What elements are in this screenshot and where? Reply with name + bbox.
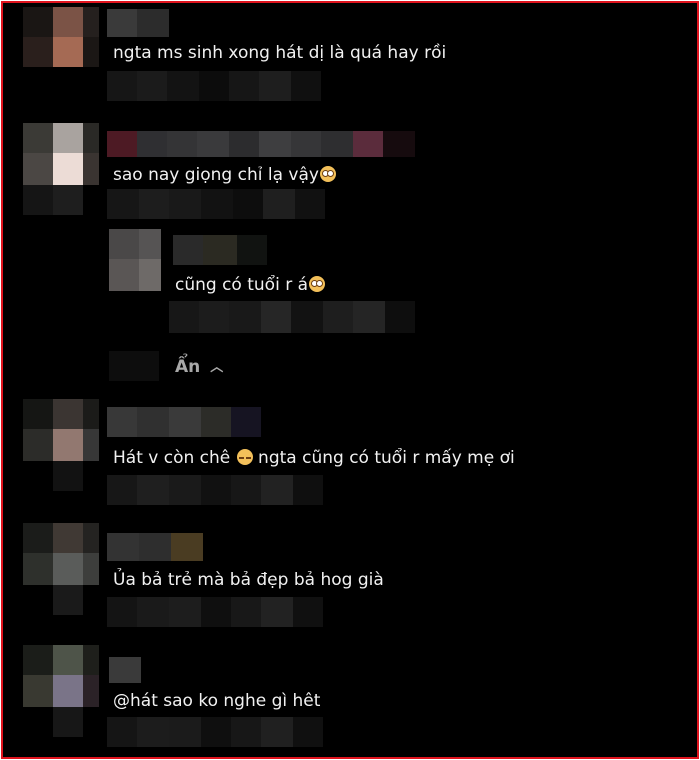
- comment-text: sao nay giọng chỉ lạ vậy: [113, 165, 336, 185]
- comment-text: @hát sao ko nghe gì hêt: [113, 691, 321, 711]
- reply-text: cũng có tuổi r á: [175, 275, 326, 295]
- pensive-face-icon: [236, 449, 253, 465]
- comments-panel: ngta ms sinh xong hát dị là quá hay rồi: [1, 1, 699, 759]
- comment-meta-blurred: [107, 597, 323, 627]
- toggle-line-blurred: [109, 351, 159, 381]
- comment-meta-blurred: [107, 475, 323, 505]
- flushed-face-icon: [309, 276, 326, 292]
- comment-text: Ủa bả trẻ mà bả đẹp bả hog già: [113, 570, 384, 590]
- hide-replies-button[interactable]: Ẩn ︿: [175, 357, 223, 378]
- avatar[interactable]: [109, 229, 161, 291]
- comment-text: ngta ms sinh xong hát dị là quá hay rồi: [113, 43, 447, 63]
- comment-meta-blurred: [107, 717, 323, 747]
- username-blurred[interactable]: [107, 407, 261, 437]
- avatar[interactable]: [23, 645, 103, 737]
- username-blurred[interactable]: [109, 657, 141, 683]
- username-blurred[interactable]: [107, 9, 169, 37]
- reply-meta-blurred: [169, 301, 415, 333]
- avatar[interactable]: [23, 123, 103, 215]
- username-blurred[interactable]: [107, 131, 415, 157]
- avatar[interactable]: [23, 7, 103, 99]
- comment-meta-blurred: [107, 189, 325, 219]
- username-blurred[interactable]: [107, 533, 203, 561]
- chevron-up-icon: ︿: [210, 360, 224, 375]
- username-blurred[interactable]: [173, 235, 267, 265]
- comment-text: Hát v còn chê ngta cũng có tuổi r mấy mẹ…: [113, 448, 515, 468]
- comment-meta-blurred: [107, 71, 321, 101]
- flushed-face-icon: [319, 166, 336, 182]
- avatar[interactable]: [23, 523, 103, 615]
- avatar[interactable]: [23, 399, 103, 491]
